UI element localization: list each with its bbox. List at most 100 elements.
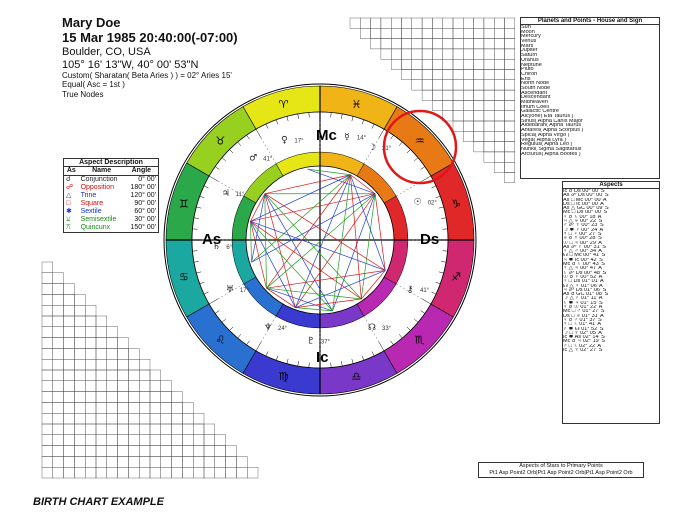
- grid-cell: [236, 456, 248, 468]
- grid-cell: [52, 413, 64, 425]
- grid-cell: [128, 467, 140, 479]
- grid-cell: [401, 38, 413, 50]
- grid-cell: [360, 17, 371, 29]
- planet-degree: 02°: [428, 200, 438, 206]
- grid-cell: [246, 467, 259, 479]
- grid-cell: [41, 467, 54, 479]
- grid-cell: [128, 369, 140, 382]
- grid-cell: [74, 413, 86, 425]
- planet-glyph: ♀: [281, 135, 288, 145]
- grid-cell: [41, 283, 54, 295]
- grid-cell: [504, 79, 516, 91]
- grid-cell: [494, 141, 505, 153]
- grid-cell: [473, 59, 485, 70]
- grid-cell: [52, 402, 64, 414]
- planet-glyph: ☊: [368, 323, 376, 333]
- grid-cell: [41, 326, 54, 338]
- grid-cell: [63, 467, 75, 479]
- grid-cell: [95, 423, 108, 436]
- grid-cell: [74, 294, 86, 306]
- grid-cell: [483, 120, 495, 132]
- grid-cell: [203, 434, 216, 446]
- grid-cell: [463, 38, 474, 50]
- grid-cell: [463, 79, 474, 91]
- grid-cell: [494, 48, 505, 60]
- grid-cell: [160, 456, 172, 468]
- grid-cell: [106, 467, 118, 479]
- grid-cell: [225, 467, 237, 479]
- zodiac-sign-glyph: ♓: [352, 98, 362, 111]
- grid-cell: [149, 391, 162, 403]
- grid-cell: [74, 337, 86, 349]
- grid-cell: [494, 151, 505, 163]
- grid-cell: [41, 445, 54, 457]
- grid-cell: [63, 294, 75, 306]
- grid-cell: [74, 380, 86, 392]
- grid-cell: [41, 348, 54, 360]
- grid-cell: [74, 359, 86, 371]
- planet-glyph: ♇: [307, 337, 315, 347]
- grid-cell: [421, 48, 433, 60]
- zodiac-sign-glyph: ♐: [451, 270, 461, 283]
- grid-cell: [160, 423, 172, 436]
- grid-cell: [504, 48, 516, 60]
- grid-cell: [95, 315, 108, 328]
- grid-cell: [171, 423, 183, 436]
- grid-cell: [52, 369, 64, 382]
- grid-cell: [41, 294, 54, 306]
- angle-label: Ic: [316, 349, 329, 366]
- grid-cell: [117, 380, 129, 392]
- grid-cell: [360, 28, 371, 39]
- grid-cell: [504, 89, 516, 101]
- grid-cell: [504, 100, 516, 111]
- grid-cell: [160, 413, 172, 425]
- grid-cell: [95, 380, 108, 392]
- grid-cell: [52, 348, 64, 360]
- grid-cell: [171, 445, 183, 457]
- grid-cell: [138, 413, 151, 425]
- grid-cell: [52, 294, 64, 306]
- planet-glyph: ♅: [226, 285, 234, 295]
- grid-cell: [63, 380, 75, 392]
- grid-cell: [473, 89, 485, 101]
- grid-cell: [84, 445, 97, 457]
- grid-cell: [74, 305, 86, 317]
- grid-cell: [421, 59, 433, 70]
- planet-degree: 14°: [357, 136, 367, 142]
- grid-cell: [432, 79, 443, 91]
- grid-cell: [494, 79, 505, 91]
- grid-cell: [117, 445, 129, 457]
- grid-cell: [128, 402, 140, 414]
- grid-cell: [473, 69, 485, 81]
- grid-cell: [494, 161, 505, 173]
- grid-cell: [442, 100, 454, 111]
- grid-cell: [84, 413, 97, 425]
- grid-cell: [182, 434, 194, 446]
- grid-cell: [171, 456, 183, 468]
- grid-cell: [41, 402, 54, 414]
- grid-cell: [473, 17, 485, 29]
- grid-cell: [236, 467, 248, 479]
- grid-cell: [473, 100, 485, 111]
- zodiac-sign-glyph: ♋: [179, 270, 189, 283]
- planet-degree: 6°: [226, 245, 232, 251]
- grid-cell: [74, 348, 86, 360]
- grid-cell: [452, 38, 464, 50]
- planet-degree: 24°: [278, 326, 288, 332]
- grid-cell: [63, 326, 75, 338]
- grid-cell: [421, 28, 433, 39]
- grid-cell: [463, 48, 474, 60]
- grid-cell: [117, 359, 129, 371]
- grid-cell: [106, 413, 118, 425]
- grid-cell: [473, 141, 485, 153]
- zodiac-sign-glyph: ♌: [215, 334, 225, 347]
- grid-cell: [41, 413, 54, 425]
- grid-cell: [149, 467, 162, 479]
- grid-cell: [63, 413, 75, 425]
- grid-cell: [74, 369, 86, 382]
- angle-label: Ds: [420, 231, 439, 248]
- grid-cell: [380, 48, 392, 60]
- grid-cell: [421, 79, 433, 91]
- grid-cell: [84, 305, 97, 317]
- grid-cell: [401, 59, 413, 70]
